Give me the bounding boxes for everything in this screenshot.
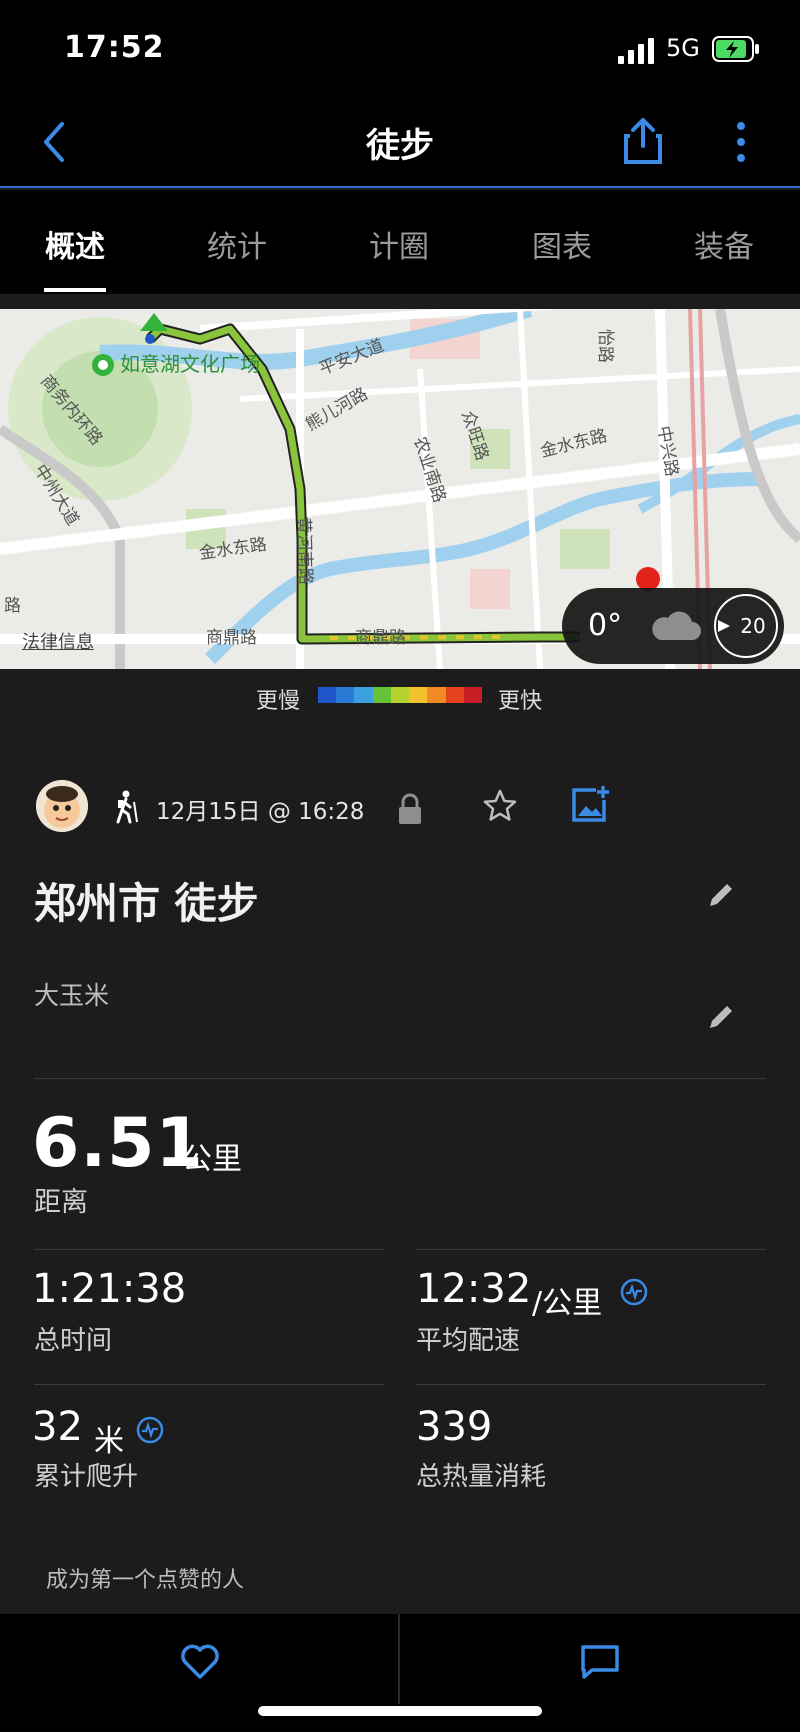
distance-value: 6.51	[32, 1104, 204, 1183]
battery-icon	[712, 36, 759, 62]
avatar-image	[36, 780, 88, 832]
pace-color-swatch	[372, 687, 391, 703]
cloud-icon	[652, 611, 701, 640]
divider	[34, 1249, 384, 1250]
device-data-icon[interactable]	[136, 1416, 164, 1444]
map-label: 商鼎路	[206, 628, 257, 648]
elevation-value: 32	[32, 1404, 83, 1450]
home-indicator	[258, 1706, 542, 1716]
divider	[34, 1078, 766, 1079]
elevation-label: 累计爬升	[34, 1462, 139, 1492]
signal-icon	[618, 38, 654, 64]
map-label: 路	[4, 596, 21, 616]
lock-icon[interactable]	[396, 792, 424, 826]
tab-laps[interactable]: 计圈	[339, 222, 459, 266]
avg-pace-label: 平均配速	[416, 1326, 521, 1356]
network-type: 5G	[666, 34, 700, 62]
divider	[416, 1384, 766, 1385]
total-time-label: 总时间	[34, 1326, 113, 1356]
map-label-park: 如意湖文化广场	[120, 352, 260, 376]
legal-info-link[interactable]: 法律信息	[22, 628, 94, 654]
total-time-value: 1:21:38	[32, 1266, 187, 1312]
pace-color-swatch	[354, 687, 373, 703]
distance-unit: 公里	[182, 1142, 242, 1177]
pace-color-swatch	[336, 687, 355, 703]
bottom-divider	[398, 1614, 400, 1704]
calories-value: 339	[416, 1404, 493, 1450]
tab-overview[interactable]: 概述	[15, 222, 135, 266]
legend-fast-label: 更快	[498, 689, 543, 714]
share-icon[interactable]	[622, 116, 664, 166]
pace-color-swatch	[463, 687, 482, 703]
legend-slow-label: 更慢	[256, 689, 301, 714]
elevation-unit: 米	[94, 1424, 124, 1459]
weather-temp: 0°	[588, 608, 623, 643]
pace-color-swatch	[409, 687, 428, 703]
calories-label: 总热量消耗	[416, 1462, 547, 1492]
pace-color-swatch	[445, 687, 464, 703]
like-heart-icon[interactable]	[180, 1644, 220, 1680]
wind-speed: 20	[740, 614, 766, 638]
tab-indicator	[44, 288, 106, 292]
hiking-icon	[116, 790, 138, 824]
more-options-icon[interactable]	[730, 118, 752, 166]
distance-label: 距离	[34, 1187, 88, 1218]
comment-icon[interactable]	[580, 1644, 620, 1680]
map-label: 黄河南路	[293, 516, 315, 585]
activity-title: 郑州市 徒步	[34, 879, 259, 928]
add-photo-icon[interactable]	[570, 784, 610, 824]
pace-color-swatch	[318, 687, 337, 703]
tab-charts[interactable]: 图表	[502, 222, 622, 266]
edit-description-icon[interactable]	[706, 1002, 736, 1032]
status-time: 17:52	[64, 30, 165, 65]
edit-title-icon[interactable]	[706, 880, 736, 910]
device-data-icon[interactable]	[620, 1278, 648, 1306]
tab-stats[interactable]: 统计	[177, 222, 297, 266]
avg-pace-unit: /公里	[532, 1286, 603, 1321]
avatar[interactable]	[36, 780, 88, 832]
divider	[416, 1249, 766, 1250]
divider	[34, 1384, 384, 1385]
kudos-prompt[interactable]: 成为第一个点赞的人	[46, 1562, 244, 1594]
avg-pace-value: 12:32	[416, 1266, 532, 1312]
pace-color-swatch	[427, 687, 446, 703]
map-label: 怡路	[595, 329, 615, 363]
pace-color-swatch	[390, 687, 410, 703]
activity-date: 12月15日 @ 16:28	[156, 799, 365, 825]
tab-gear[interactable]: 装备	[664, 222, 784, 266]
pace-color-scale	[318, 687, 482, 703]
map-label: 商鼎路	[355, 628, 406, 648]
page-title: 徒步	[366, 126, 434, 166]
activity-owner: 大玉米	[34, 981, 110, 1010]
star-icon[interactable]	[482, 788, 518, 824]
